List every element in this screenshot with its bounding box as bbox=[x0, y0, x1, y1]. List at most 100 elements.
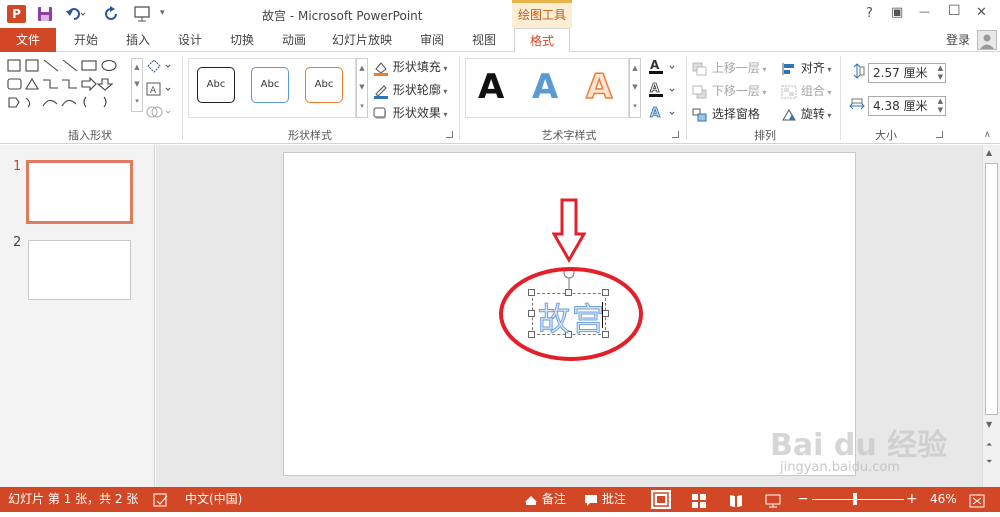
bring-forward-label: 上移一层 bbox=[711, 61, 760, 75]
scroll-thumb[interactable] bbox=[985, 163, 998, 415]
notes-label: 备注 bbox=[541, 492, 566, 506]
text-fill-icon[interactable]: A bbox=[648, 58, 678, 76]
shape-style-gallery-scroll[interactable]: ▲ ▼ ▾ bbox=[356, 58, 368, 118]
fit-slide-icon[interactable] bbox=[969, 492, 985, 508]
ribbon-tabs: 文件 开始 插入 设计 切换 动画 幻灯片放映 审阅 视图 格式 登录 bbox=[0, 28, 1000, 53]
next-slide-icon[interactable]: ⏷ bbox=[986, 457, 992, 467]
scroll-up-icon[interactable]: ▲ bbox=[986, 148, 992, 157]
collapse-ribbon-icon[interactable]: ∧ bbox=[984, 130, 991, 140]
height-spinner-icon[interactable]: ▲ ▼ bbox=[938, 64, 943, 82]
wordart-gallery[interactable]: A A A bbox=[465, 58, 629, 118]
minimize-icon[interactable]: — bbox=[919, 5, 930, 18]
qat-customize-icon[interactable]: ▾ bbox=[160, 8, 165, 18]
slide-sorter-view-icon[interactable] bbox=[692, 492, 706, 508]
shape-style-sample-orange[interactable]: Abc bbox=[305, 67, 343, 103]
slide-number-1: 1 bbox=[13, 159, 22, 174]
send-backward-label: 下移一层 bbox=[711, 84, 760, 98]
shape-style-sample-dark[interactable]: Abc bbox=[197, 67, 235, 103]
tab-design[interactable]: 设计 bbox=[166, 28, 214, 52]
tab-transitions[interactable]: 切换 bbox=[218, 28, 266, 52]
start-from-beginning-icon[interactable] bbox=[133, 5, 153, 23]
width-spinner-icon[interactable]: ▲ ▼ bbox=[938, 97, 943, 115]
draw-textbox-icon[interactable]: A bbox=[146, 81, 172, 97]
slideshow-view-icon[interactable] bbox=[765, 492, 781, 508]
size-launcher-icon[interactable] bbox=[936, 131, 943, 138]
tab-slideshow[interactable]: 幻灯片放映 bbox=[324, 28, 400, 52]
tab-file[interactable]: 文件 bbox=[0, 28, 56, 52]
reading-view-icon[interactable] bbox=[729, 492, 743, 507]
close-icon[interactable]: ✕ bbox=[976, 5, 987, 20]
tab-home[interactable]: 开始 bbox=[62, 28, 110, 52]
help-icon[interactable]: ? bbox=[866, 6, 873, 21]
notes-button[interactable]: 备注 bbox=[524, 487, 566, 512]
send-backward-button[interactable]: 下移一层 ▾ bbox=[692, 82, 766, 99]
previous-slide-icon[interactable]: ⏶ bbox=[986, 440, 992, 450]
bring-forward-button[interactable]: 上移一层 ▾ bbox=[692, 59, 766, 76]
zoom-out-button[interactable]: − bbox=[797, 487, 809, 512]
shape-outline-button[interactable]: 形状轮廓 ▾ bbox=[373, 81, 447, 99]
group-divider bbox=[686, 56, 687, 140]
vertical-scrollbar[interactable]: ▲ ▼ ⏶ ⏷ bbox=[982, 145, 1000, 487]
edit-shape-icon[interactable] bbox=[146, 58, 172, 74]
align-label: 对齐 bbox=[800, 61, 825, 75]
slide-thumbnail-2[interactable] bbox=[28, 240, 131, 300]
title-bar: P ▾ 故宫 - Microsoft PowerPoint 绘图工具 ? ▣ —… bbox=[0, 0, 1000, 28]
zoom-slider-thumb[interactable] bbox=[853, 493, 857, 505]
zoom-level[interactable]: 46% bbox=[930, 487, 957, 512]
tab-review[interactable]: 审阅 bbox=[408, 28, 456, 52]
tab-animations[interactable]: 动画 bbox=[270, 28, 318, 52]
wordart-styles-launcher-icon[interactable] bbox=[672, 131, 679, 138]
shapes-gallery-scroll[interactable]: ▲ ▼ ▾ bbox=[131, 58, 143, 112]
shape-effects-label: 形状效果 bbox=[392, 106, 441, 120]
save-icon[interactable] bbox=[37, 6, 53, 22]
slide-thumbnail-1[interactable] bbox=[26, 160, 133, 224]
shape-effects-button[interactable]: 形状效果 ▾ bbox=[373, 104, 447, 122]
scroll-down-icon[interactable]: ▼ bbox=[986, 420, 992, 429]
shapes-gallery[interactable] bbox=[6, 58, 130, 118]
align-button[interactable]: 对齐 ▾ bbox=[781, 59, 831, 76]
shape-style-sample-blue[interactable]: Abc bbox=[251, 67, 289, 103]
group-label-insert-shapes: 插入形状 bbox=[68, 129, 112, 142]
zoom-slider-track[interactable] bbox=[812, 499, 904, 500]
group-divider bbox=[459, 56, 460, 140]
shape-height-value: 2.57 厘米 bbox=[873, 66, 928, 80]
avatar[interactable] bbox=[977, 30, 997, 50]
rotate-button[interactable]: 旋转 ▾ bbox=[781, 105, 831, 122]
annotation-highlight-ellipse bbox=[498, 266, 646, 362]
group-button[interactable]: 组合 ▾ bbox=[781, 82, 831, 99]
text-outline-icon[interactable]: A bbox=[648, 81, 678, 99]
wordart-style-black[interactable]: A bbox=[478, 67, 504, 107]
normal-view-icon[interactable] bbox=[651, 490, 671, 509]
group-divider bbox=[182, 56, 183, 140]
shape-fill-button[interactable]: 形状填充 ▾ bbox=[373, 58, 447, 76]
selection-pane-button[interactable]: 选择窗格 bbox=[692, 105, 760, 122]
merge-shapes-icon[interactable] bbox=[146, 104, 172, 120]
zoom-in-button[interactable]: + bbox=[906, 487, 918, 512]
svg-text:A: A bbox=[650, 81, 660, 95]
maximize-icon[interactable]: ☐ bbox=[948, 3, 961, 19]
undo-icon[interactable] bbox=[65, 6, 87, 22]
shape-style-gallery[interactable]: Abc Abc Abc bbox=[188, 58, 356, 118]
selection-pane-label: 选择窗格 bbox=[711, 107, 760, 121]
powerpoint-app-icon[interactable]: P bbox=[7, 5, 26, 23]
shape-height-field[interactable]: 2.57 厘米 ▲ ▼ bbox=[868, 63, 946, 83]
shape-width-field[interactable]: 4.38 厘米 ▲ ▼ bbox=[868, 96, 946, 116]
comments-button[interactable]: 批注 bbox=[584, 487, 626, 512]
slide-thumbnail-pane: 1 2 bbox=[0, 145, 155, 487]
language-indicator[interactable]: 中文(中国) bbox=[185, 487, 242, 512]
ribbon-display-options-icon[interactable]: ▣ bbox=[891, 5, 903, 20]
sign-in-link[interactable]: 登录 bbox=[940, 28, 976, 52]
tab-insert[interactable]: 插入 bbox=[114, 28, 162, 52]
tab-format[interactable]: 格式 bbox=[514, 28, 570, 53]
shape-styles-launcher-icon[interactable] bbox=[446, 131, 453, 138]
wordart-gallery-scroll[interactable]: ▲ ▼ ▾ bbox=[629, 58, 641, 118]
text-effects-icon[interactable]: A bbox=[648, 104, 678, 122]
ribbon-format: ▲ ▼ ▾ A 插入形状 Abc Abc Abc ▲ ▼ ▾ 形状填充 ▾ 形状轮廓 ▾… bbox=[0, 52, 1000, 144]
spelling-check-icon[interactable] bbox=[153, 487, 169, 512]
wordart-style-orange-outline[interactable]: A bbox=[585, 66, 613, 108]
window-title: 故宫 - Microsoft PowerPoint bbox=[262, 9, 423, 23]
redo-icon[interactable] bbox=[104, 6, 120, 22]
wordart-style-blue[interactable]: A bbox=[532, 67, 558, 107]
tab-view[interactable]: 视图 bbox=[460, 28, 508, 52]
group-label-size: 大小 bbox=[875, 129, 897, 142]
